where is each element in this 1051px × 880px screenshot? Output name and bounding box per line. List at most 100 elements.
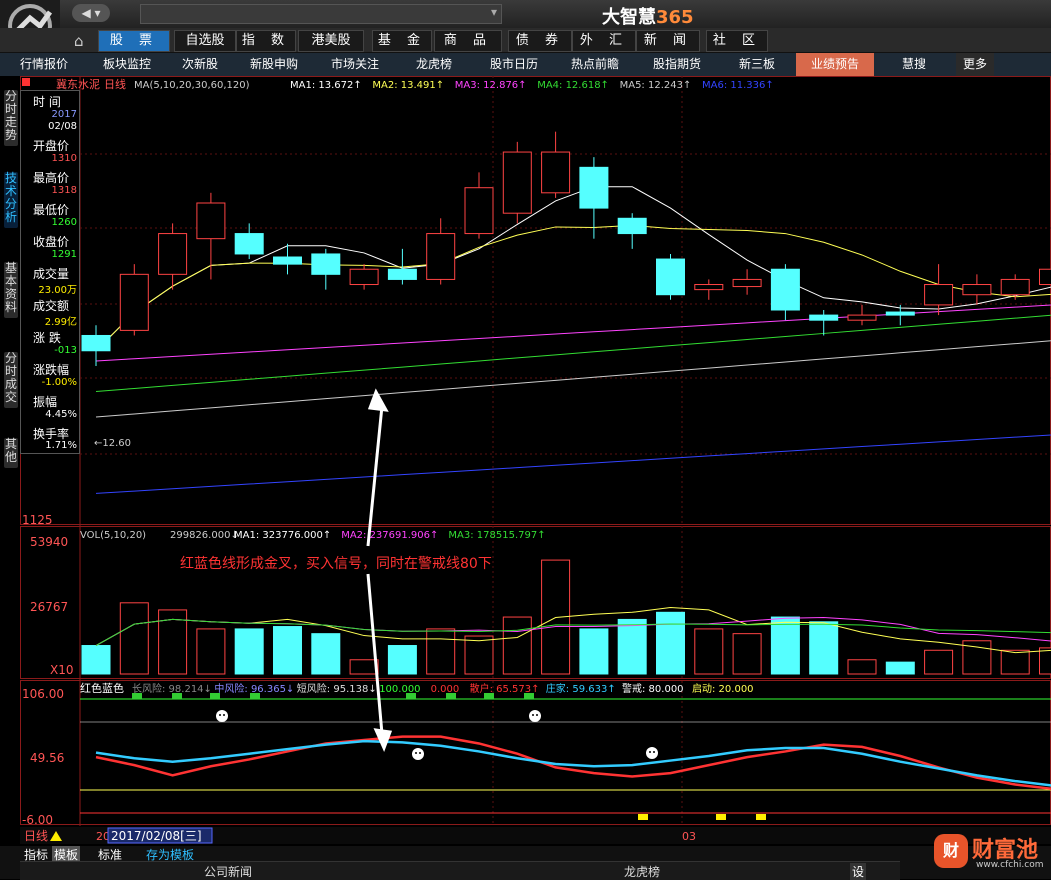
face-icon [646,747,658,759]
menu-index[interactable]: 指 数 [236,30,296,52]
tab-hot-topics[interactable]: 热点前瞻 [556,53,634,76]
vol-legend-item: MA1: 323776.000↑ [234,530,331,541]
info-low: 1260 [52,217,77,228]
annotation-text: 红蓝色线形成金叉，买入信号，同时在警戒线80下 [180,555,492,572]
bottom-bar: 指标 模板 标准 存为模板 公司新闻 龙虎榜 设 财 财富池 www.cfchi… [0,846,1051,879]
volume-bar [810,622,838,674]
tab-quotes[interactable]: 行情报价 [0,53,88,76]
tab-neeq[interactable]: 新三板 [720,53,794,76]
address-bar[interactable]: ▾ [140,4,502,24]
volume-bar [1040,648,1051,674]
volume-bar [733,634,761,674]
ma-legend-item: MA5: 12.243↑ [620,80,692,91]
tab-ipo[interactable]: 新股申购 [234,53,314,76]
info-vol: 23.00万 [38,281,77,296]
tab-market-focus[interactable]: 市场关注 [314,53,396,76]
info-close: 1291 [52,249,77,260]
chart-area[interactable]: 冀东水泥 日线 MA(5,10,20,30,60,120) MA1: 13.67… [20,76,1051,846]
volume-bar [695,629,723,674]
menu-hk-us[interactable]: 港美股 [298,30,364,52]
low-price-marker: ←12.60 [94,438,131,449]
info-pct: -1.00% [42,377,77,388]
menu-watchlist[interactable]: 自选股 [174,30,236,52]
menu-bonds[interactable]: 债 券 [508,30,572,52]
legend-close-icon [22,78,30,86]
ind-legend-item: 警戒: 80.000 [622,682,684,695]
tab-earnings-forecast[interactable]: 业绩预告 [796,53,874,76]
ind-axis-mid: 49.56 [30,751,64,765]
watermark-url: www.cfchi.com [976,860,1043,870]
tab-sector-monitor[interactable]: 板块监控 [88,53,166,76]
menu-forex[interactable]: 外 汇 [572,30,636,52]
menu-commodities[interactable]: 商 品 [434,30,502,52]
vtab-other[interactable]: 其他 [4,438,18,468]
candle-body [82,335,110,350]
ma-legend-item: MA3: 12.876↑ [455,80,527,91]
tab-search[interactable]: 慧搜 [874,53,954,76]
signal-green [250,693,260,699]
news-dragon-tiger[interactable]: 龙虎榜 [624,863,660,880]
tab-bar: 行情报价 板块监控 次新股 新股申购 市场关注 龙虎榜 股市日历 热点前瞻 股指… [0,53,1051,76]
candle-body [886,312,914,315]
ma-legend-prefix: MA(5,10,20,30,60,120) [134,80,250,91]
volume-bar [657,612,685,674]
candle-body [465,188,493,234]
tab-dragon-tiger[interactable]: 龙虎榜 [396,53,472,76]
signal-green [406,693,416,699]
news-company[interactable]: 公司新闻 [204,863,252,880]
vtab-intraday[interactable]: 分时走势 [4,90,18,146]
title-bar: ◀ ▾ ▾ 大智慧365 [0,0,1051,28]
info-open: 1310 [52,153,77,164]
volume-bar [925,650,953,674]
candle-body [312,254,340,274]
candle-body [274,257,302,264]
menu-funds[interactable]: 基 金 [372,30,432,52]
ind-legend-item: 庄家: 59.633↑ [546,682,616,695]
tab-more[interactable]: 更多 [956,53,994,76]
vol-legend-value: 299826.000↓ [170,530,239,541]
info-close-label: 收盘价 [33,233,69,250]
candle-body [1040,269,1051,284]
tab-sub-new[interactable]: 次新股 [166,53,234,76]
signal-green [132,693,142,699]
ma-line [96,430,1051,493]
tab-calendar[interactable]: 股市日历 [472,53,556,76]
volume-bar [580,629,608,674]
chevron-down-icon: ▾ [491,5,497,19]
indicator-legend: 红色蓝色 长风险: 98.214↓中风险: 96.365↓短风险: 95.138… [80,681,754,695]
ma-line [96,334,1051,417]
stock-period: 日线 [104,77,126,91]
info-amp-label: 振幅 [33,393,57,410]
volume-bar [1001,650,1029,674]
news-strip [20,861,900,880]
vtab-technical[interactable]: 技术分析 [4,172,18,228]
volume-bar [465,636,493,674]
settings-button[interactable]: 设 [850,863,866,880]
signal-green [446,693,456,699]
menu-community[interactable]: 社 区 [706,30,768,52]
price-axis-bottom: 1125 [22,513,53,527]
tab-futures[interactable]: 股指期货 [634,53,720,76]
vtab-fundamentals[interactable]: 基本资料 [4,262,18,318]
candle-body [733,279,761,286]
info-low-label: 最低价 [33,201,69,218]
candle-body [120,274,148,330]
menu-stocks[interactable]: 股 票 [98,30,170,52]
ma-legend-item: MA2: 13.491↑ [372,80,444,91]
home-icon[interactable]: ⌂ [74,32,94,48]
price-legend: 冀东水泥 日线 MA(5,10,20,30,60,120) MA1: 13.67… [22,77,774,91]
app-brand: 大智慧365 [602,3,694,29]
signal-yellow [716,814,726,820]
candle-body [542,152,570,193]
ma-legend-item: MA4: 12.618↑ [537,80,609,91]
menu-news[interactable]: 新 闻 [636,30,700,52]
candle-body [503,152,531,213]
back-button[interactable]: ◀ ▾ [72,4,110,22]
watermark-logo-icon: 财 [934,834,968,868]
vol-axis-top: 53940 [30,535,68,549]
ma-line [96,187,1051,351]
price-pane-frame [21,77,1051,525]
vtab-ticks[interactable]: 分时成交 [4,352,18,408]
stock-name: 冀东水泥 [56,77,100,91]
candle-body [159,234,187,275]
